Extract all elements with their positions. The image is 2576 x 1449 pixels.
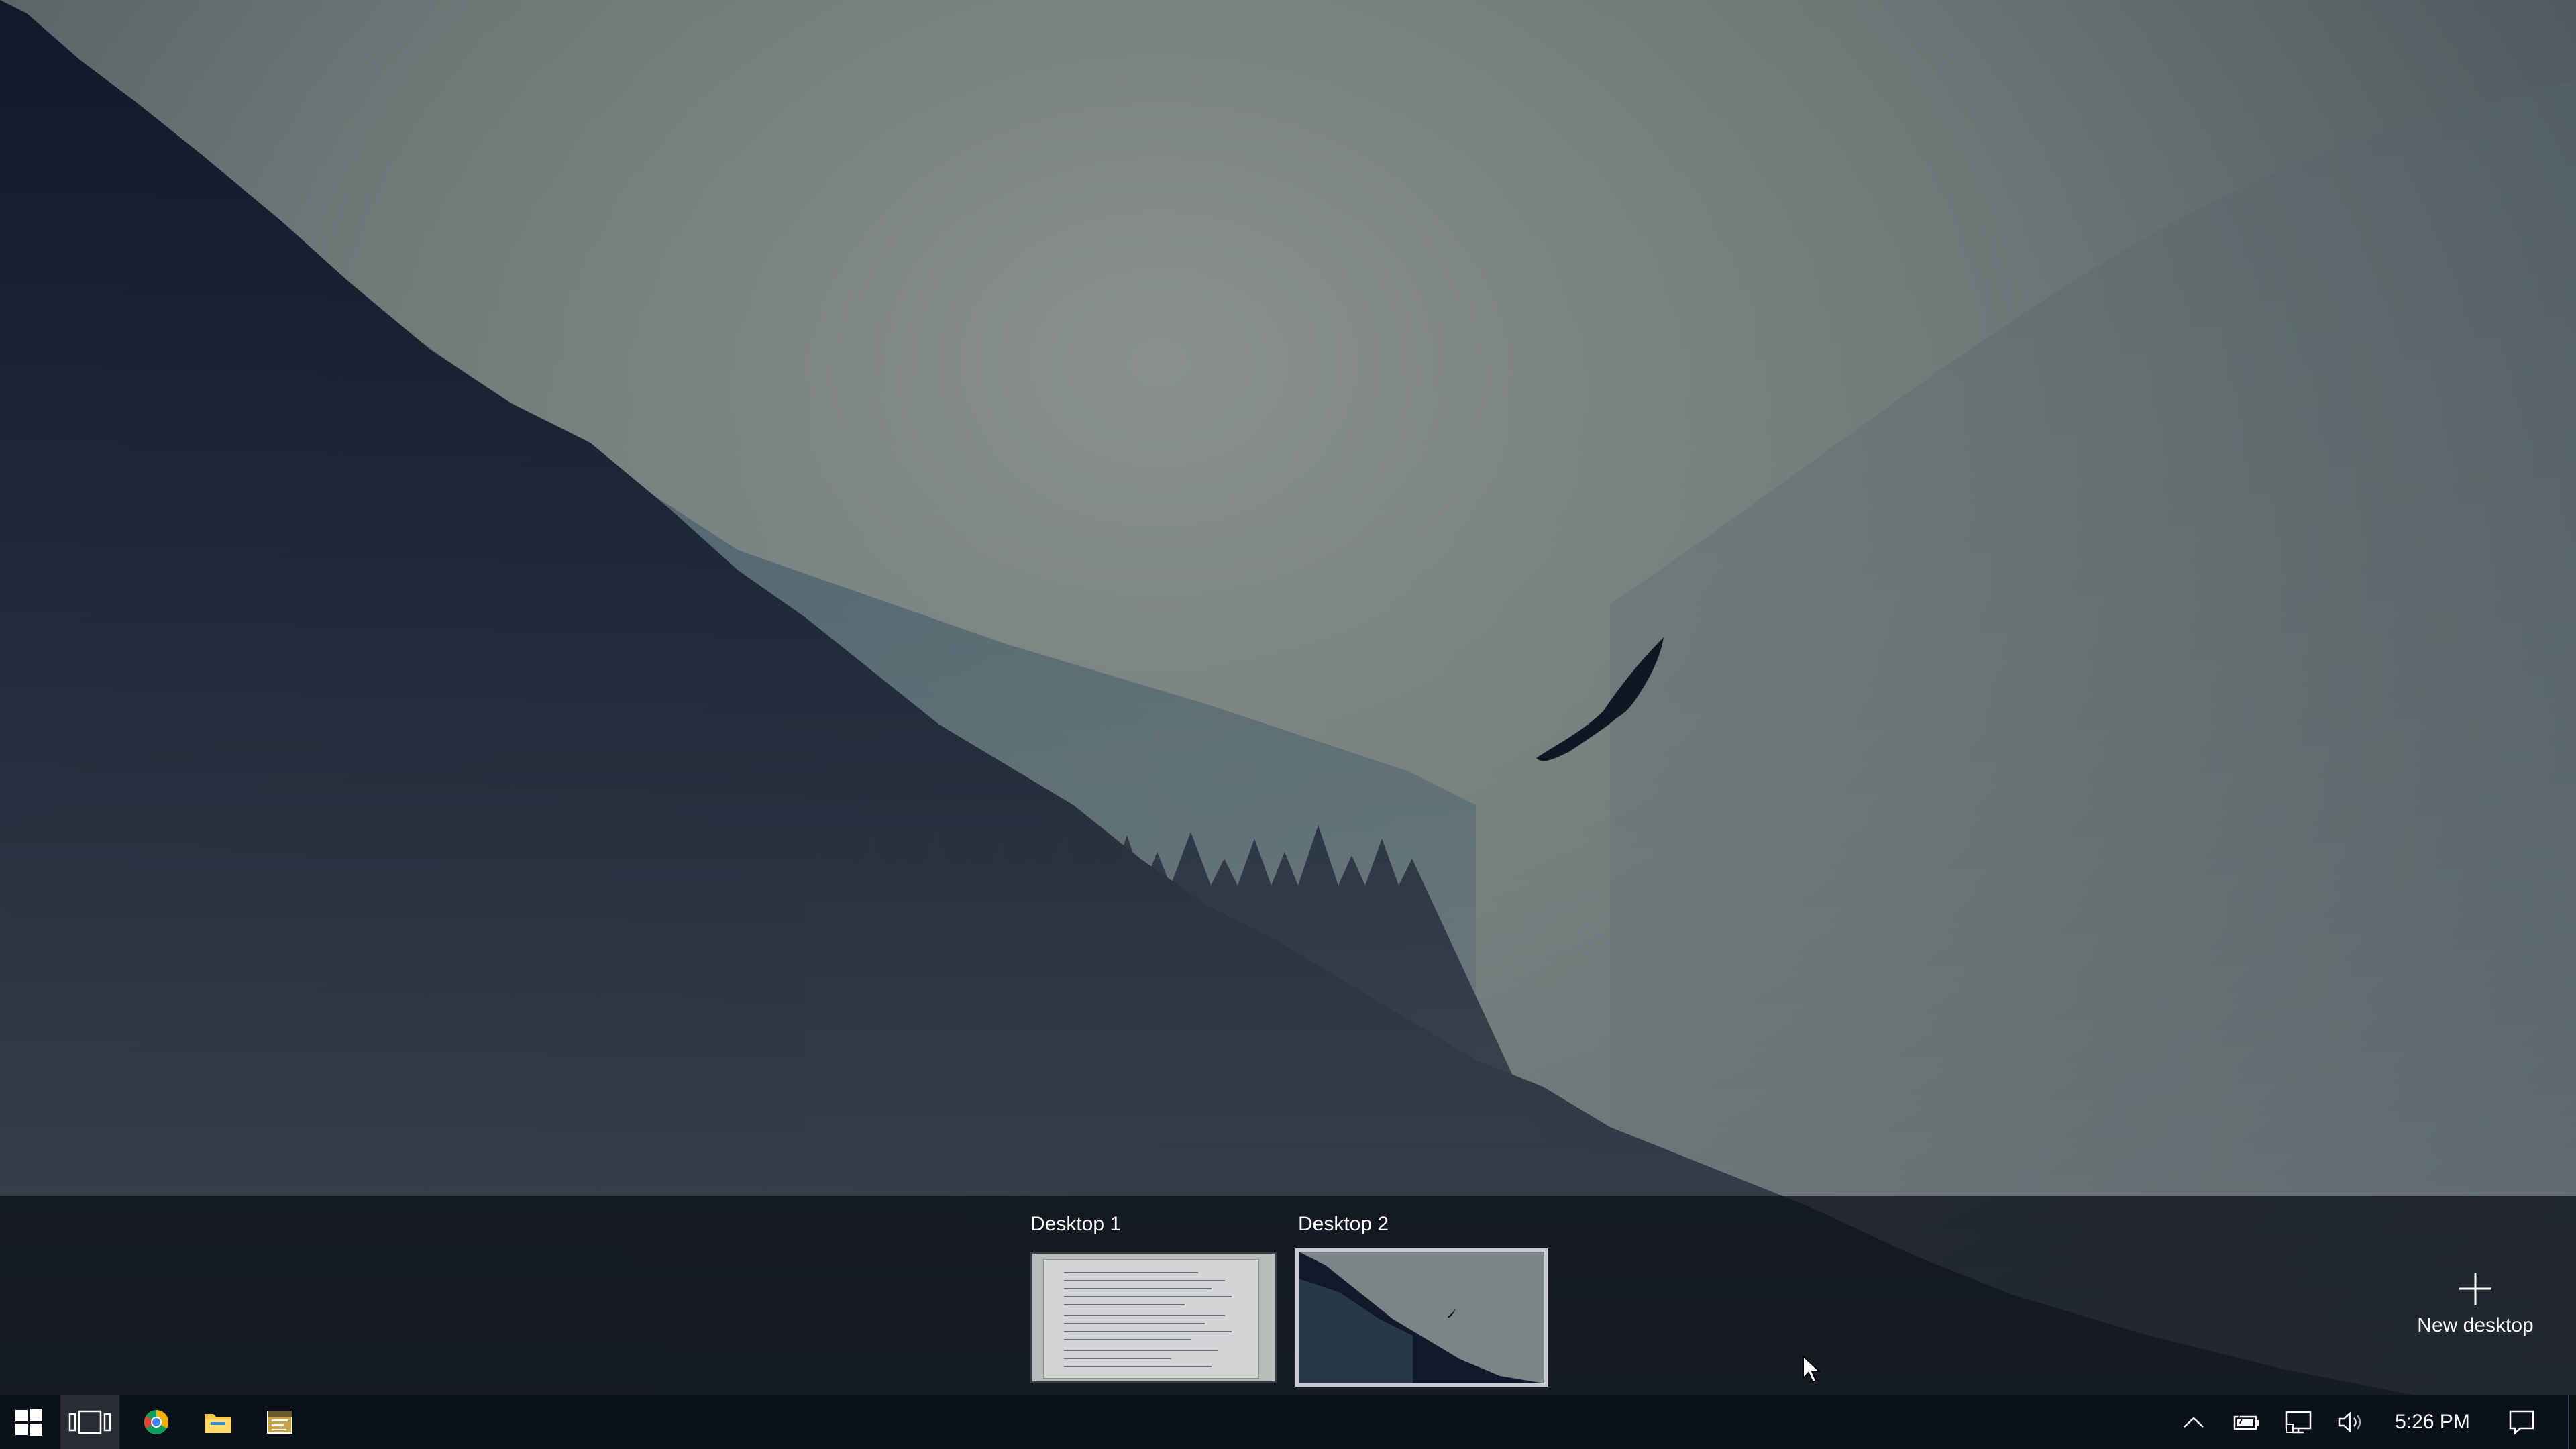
task-view-desktop-strip: [0, 1196, 2576, 1395]
chrome-icon: [144, 1410, 169, 1435]
network-icon: [2285, 1411, 2312, 1434]
show-hidden-icons-button[interactable]: [2175, 1395, 2212, 1449]
action-center-button[interactable]: [2498, 1395, 2545, 1449]
taskbar: 5:26 PM: [0, 1395, 2576, 1449]
wallpaper-preview: [1299, 1252, 1544, 1383]
app-taskbar-button[interactable]: [251, 1395, 309, 1449]
volume-icon: [2338, 1411, 2361, 1433]
desktop-1-label: Desktop 1: [1030, 1213, 1122, 1235]
new-desktop-button[interactable]: New desktop: [2402, 1270, 2549, 1350]
windows-logo-icon: [15, 1409, 42, 1436]
action-center-icon: [2509, 1410, 2534, 1435]
document-window-preview: [1043, 1259, 1259, 1379]
task-view-icon: [68, 1410, 111, 1434]
file-explorer-taskbar-button[interactable]: [189, 1395, 247, 1449]
task-view-button[interactable]: [60, 1395, 119, 1449]
app-window-icon: [267, 1411, 292, 1434]
start-button[interactable]: [0, 1395, 58, 1449]
new-desktop-label: New desktop: [2417, 1314, 2534, 1336]
volume-tray-button[interactable]: [2332, 1395, 2369, 1449]
battery-charging-icon: [2233, 1413, 2259, 1430]
file-explorer-icon: [205, 1414, 231, 1433]
battery-tray-button[interactable]: [2227, 1395, 2265, 1449]
mouse-cursor-icon: [1803, 1355, 1821, 1383]
chevron-up-icon: [2184, 1417, 2204, 1428]
desktop-2-thumbnail[interactable]: [1295, 1248, 1548, 1387]
desktop-2-label: Desktop 2: [1298, 1213, 1389, 1235]
network-tray-button[interactable]: [2279, 1395, 2317, 1449]
taskbar-clock[interactable]: 5:26 PM: [2385, 1395, 2479, 1449]
chrome-taskbar-button[interactable]: [127, 1395, 185, 1449]
desktop-1-thumbnail[interactable]: [1030, 1252, 1277, 1383]
plus-icon: [2459, 1273, 2491, 1305]
show-desktop-button[interactable]: [2568, 1395, 2576, 1449]
